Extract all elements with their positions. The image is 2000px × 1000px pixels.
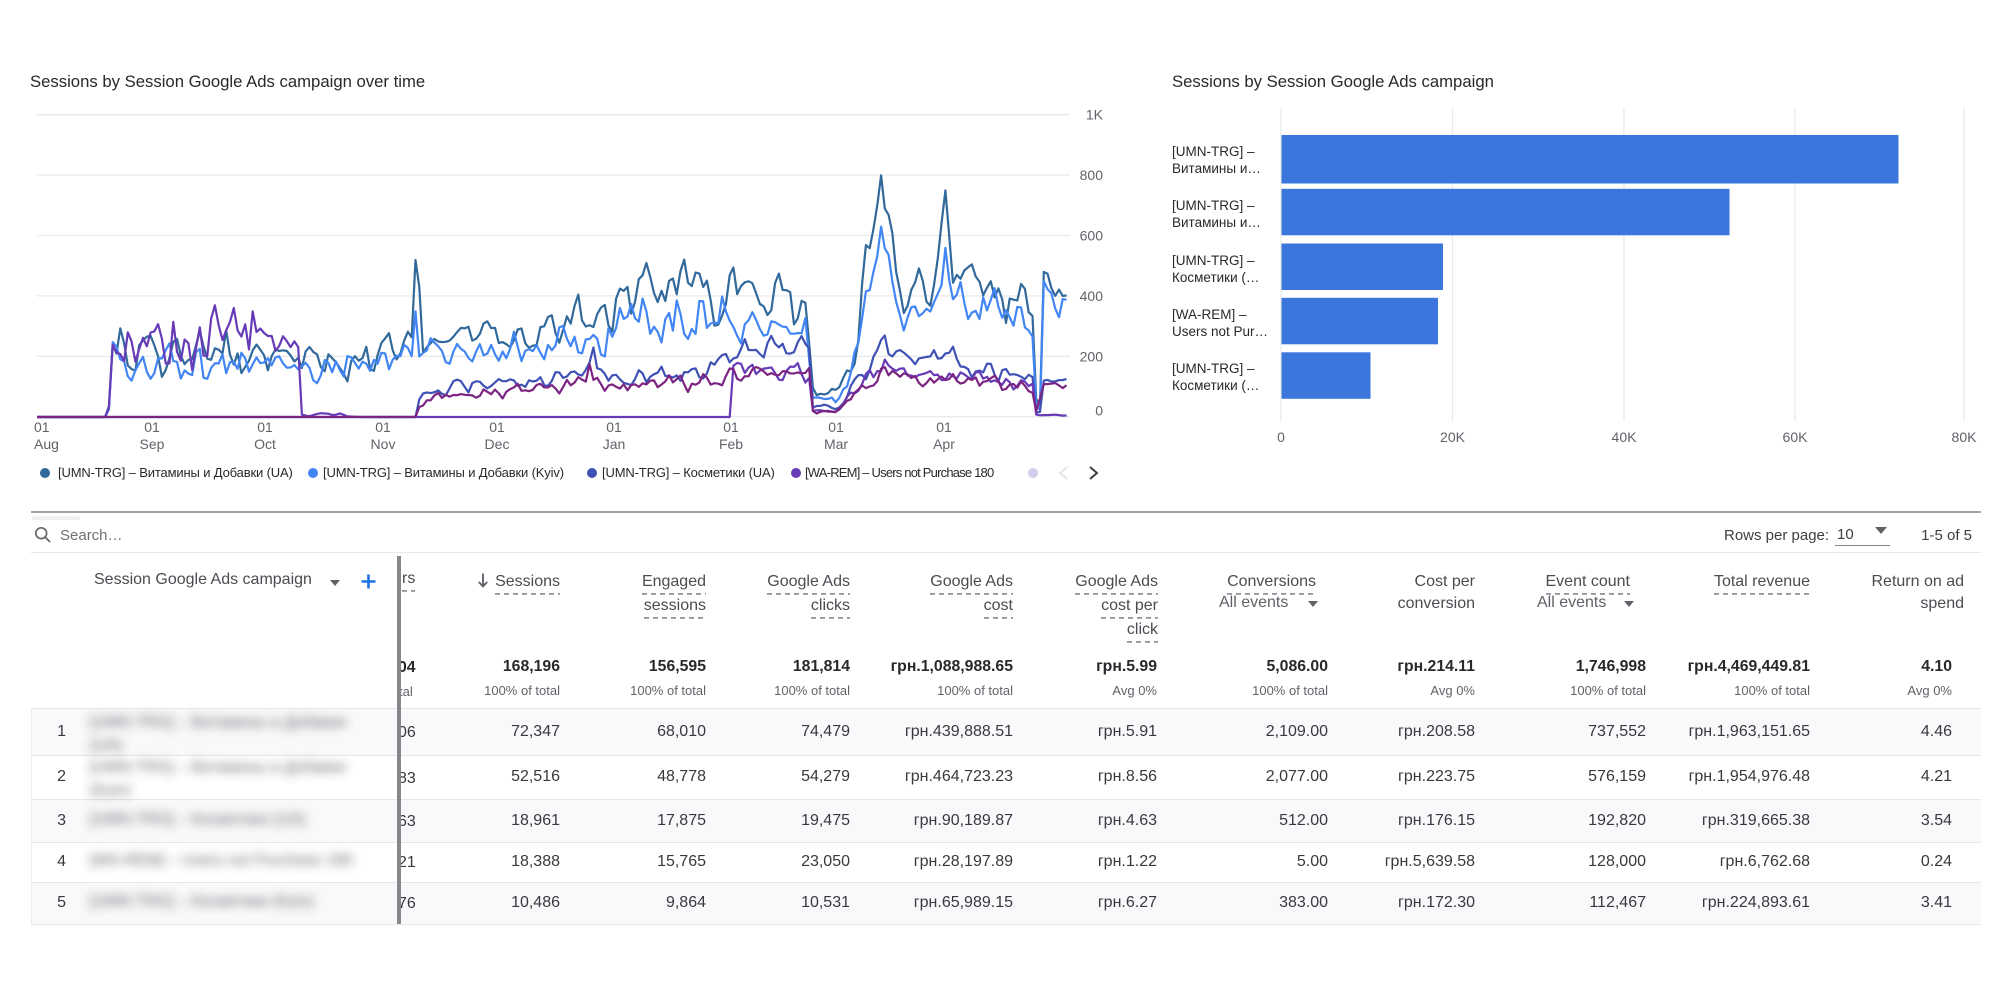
svg-text:600: 600 xyxy=(1080,228,1104,244)
svg-text:200: 200 xyxy=(1080,348,1104,364)
svg-text:0: 0 xyxy=(1277,429,1285,445)
svg-text:20K: 20K xyxy=(1440,429,1466,445)
svg-text:40K: 40K xyxy=(1612,429,1638,445)
svg-text:800: 800 xyxy=(1080,167,1104,183)
svg-text:80K: 80K xyxy=(1952,429,1978,445)
svg-text:0: 0 xyxy=(1095,403,1103,419)
svg-text:1K: 1K xyxy=(1086,107,1104,123)
svg-text:400: 400 xyxy=(1080,288,1104,304)
svg-text:60K: 60K xyxy=(1783,429,1809,445)
